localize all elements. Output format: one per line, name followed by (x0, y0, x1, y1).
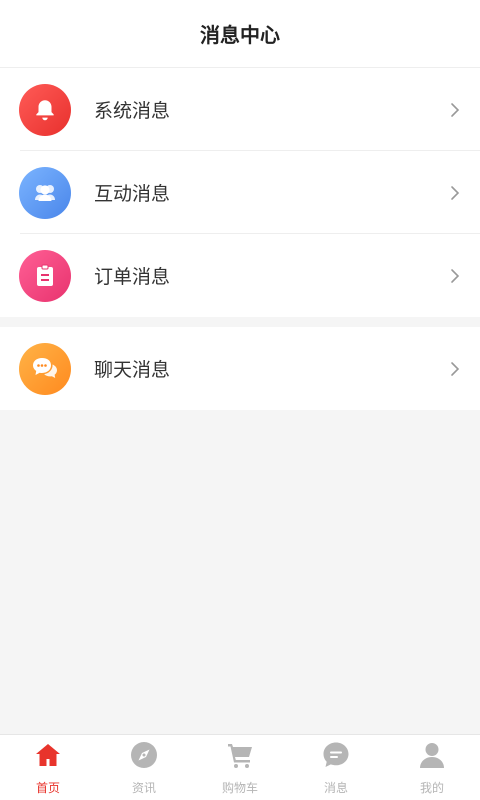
user-icon (420, 743, 444, 768)
compass-icon (131, 742, 157, 768)
order-messages-row[interactable]: 订单消息 (0, 234, 480, 317)
message-group-2: 聊天消息 (0, 327, 480, 410)
message-group-1: 系统消息 互动消息 订单消息 (0, 68, 480, 317)
header: 消息中心 (0, 0, 480, 68)
home-icon (36, 744, 60, 766)
bottom-tabbar: 首页 资讯 购物车 消息 我的 (0, 734, 480, 800)
tab-label: 首页 (35, 781, 60, 795)
tab-label: 消息 (323, 781, 348, 795)
tab-label: 资讯 (131, 781, 156, 795)
bell-icon (19, 83, 71, 136)
tab-cart[interactable]: 购物车 (192, 735, 288, 800)
chat-bubbles-icon (19, 342, 71, 395)
tab-label: 购物车 (221, 781, 258, 795)
clipboard-icon (19, 249, 71, 302)
tab-news[interactable]: 资讯 (96, 735, 192, 800)
row-label: 系统消息 (94, 100, 171, 122)
chevron-right-icon (451, 268, 460, 283)
interaction-messages-row[interactable]: 互动消息 (0, 151, 480, 234)
chevron-right-icon (451, 102, 460, 117)
system-messages-row[interactable]: 系统消息 (0, 68, 480, 151)
row-label: 聊天消息 (94, 359, 171, 381)
tab-messages[interactable]: 消息 (288, 735, 384, 800)
chat-messages-row[interactable]: 聊天消息 (0, 327, 480, 410)
tab-mine[interactable]: 我的 (384, 735, 480, 800)
row-label: 订单消息 (94, 266, 171, 288)
message-icon (323, 742, 349, 767)
cart-icon (228, 744, 252, 768)
row-label: 互动消息 (94, 183, 171, 205)
tab-label: 我的 (419, 781, 444, 795)
chevron-right-icon (451, 185, 460, 200)
chevron-right-icon (451, 361, 460, 376)
tab-home[interactable]: 首页 (0, 735, 96, 800)
users-icon (19, 166, 71, 219)
page-title: 消息中心 (200, 23, 280, 47)
